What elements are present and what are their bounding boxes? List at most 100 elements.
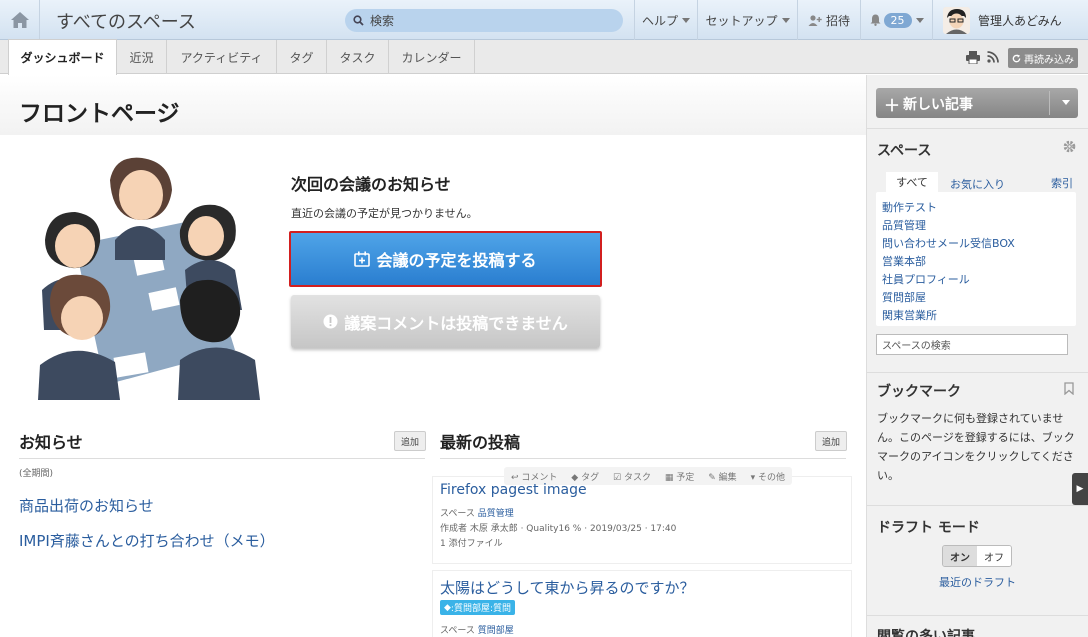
help-label: ヘルプ xyxy=(641,13,678,28)
post-title-link[interactable]: Firefox pagest image xyxy=(440,482,587,498)
more-action-label: その他 xyxy=(757,472,785,483)
tab-all-spaces[interactable]: すべて xyxy=(886,172,938,192)
chevron-down-icon xyxy=(915,17,924,23)
more-action[interactable]: ▾ その他 xyxy=(751,470,785,483)
tag-label: :質問部屋:質問 xyxy=(450,604,511,614)
divider xyxy=(866,128,1088,129)
print-icon[interactable] xyxy=(966,51,980,64)
space-link[interactable]: 質問部屋 xyxy=(882,289,926,305)
post-space: スペース 質問部屋 xyxy=(440,623,514,636)
popular-articles-title: 閲覧の多い記事 xyxy=(877,629,975,637)
plus-icon: ＋ xyxy=(884,96,901,115)
space-label: スペース xyxy=(440,509,475,519)
latest-add-button[interactable]: 追加 xyxy=(815,431,847,451)
tab-tasks[interactable]: タスク xyxy=(327,40,389,74)
agenda-comment-button[interactable]: 議案コメントは投稿できません xyxy=(291,295,600,348)
tab-dashboard[interactable]: ダッシュボード xyxy=(8,39,117,75)
tab-calendar[interactable]: カレンダー xyxy=(389,40,475,74)
space-link[interactable]: 関東営業所 xyxy=(882,307,937,323)
search-input[interactable]: 検索 xyxy=(345,9,623,32)
chevron-right-icon: ▶ xyxy=(1076,484,1084,494)
post-meeting-button[interactable]: 会議の予定を投稿する xyxy=(289,231,602,287)
add-user-icon xyxy=(808,14,822,26)
space-link[interactable]: 品質管理 xyxy=(478,509,514,519)
news-period: (全期間) xyxy=(19,469,54,479)
spaces-index-link[interactable]: 索引 xyxy=(1051,175,1073,191)
post-title-link[interactable]: 太陽はどうして東から昇るのですか？ xyxy=(440,577,695,598)
tag-action-label: タグ xyxy=(581,472,600,483)
tab-tags[interactable]: タグ xyxy=(277,40,327,74)
reload-label: 再読み込み xyxy=(1024,54,1074,66)
rss-icon[interactable] xyxy=(987,51,999,63)
draft-mode-toggle[interactable]: オン オフ xyxy=(942,545,1012,567)
search-placeholder: 検索 xyxy=(370,14,395,28)
space-link[interactable]: 質問部屋 xyxy=(478,626,514,636)
divider xyxy=(866,615,1088,616)
meeting-title: 次回の会議のお知らせ xyxy=(291,175,451,194)
meeting-illustration xyxy=(38,157,260,400)
task-action[interactable]: ☑ タスク xyxy=(613,470,651,483)
setup-label: セットアップ xyxy=(705,13,778,28)
space-link[interactable]: 営業本部 xyxy=(882,253,926,269)
bookmark-title: ブックマーク xyxy=(877,384,961,400)
space-link[interactable]: 動作テスト xyxy=(882,199,937,215)
user-name: 管理人あどみん xyxy=(978,14,1062,28)
tag-icon: ◆ xyxy=(444,602,451,613)
draft-on-option[interactable]: オン xyxy=(943,546,977,566)
tag-action[interactable]: ◆ タグ xyxy=(571,470,599,483)
chevron-down-icon xyxy=(682,17,690,23)
edit-action-label: 編集 xyxy=(718,472,737,483)
divider xyxy=(866,372,1088,373)
invite-button[interactable]: 招待 xyxy=(797,0,860,40)
setup-menu[interactable]: セットアップ xyxy=(697,0,797,40)
tab-status[interactable]: 近況 xyxy=(117,40,167,74)
tag-badge[interactable]: ◆:質問部屋:質問 xyxy=(440,600,515,615)
attachment-count[interactable]: 1 添付ファイル xyxy=(440,536,503,549)
edit-action[interactable]: ✎ 編集 xyxy=(708,470,736,483)
post-date: · 2019/03/25 · 17:40 xyxy=(584,524,677,534)
new-post-button[interactable]: ＋ 新しい記事 xyxy=(876,88,1078,118)
space-link[interactable]: 社員プロフィール xyxy=(882,271,970,287)
gear-icon[interactable] xyxy=(1063,140,1076,153)
user-avatar-icon xyxy=(943,7,970,34)
sidebar-collapse-handle[interactable]: ▶ xyxy=(1072,473,1088,505)
space-title[interactable]: すべてのスペース xyxy=(56,8,196,34)
divider xyxy=(440,458,846,459)
page-title: フロントページ xyxy=(19,101,180,127)
agenda-comment-label: 議案コメントは投稿できません xyxy=(344,313,568,333)
chevron-down-icon[interactable] xyxy=(1062,100,1070,105)
schedule-action-label: 予定 xyxy=(676,472,695,483)
spaces-title: スペース xyxy=(877,143,932,159)
bookmark-icon[interactable] xyxy=(1064,382,1074,395)
avatar[interactable] xyxy=(943,7,970,34)
post-byline: 作成者 木原 承太郎 · Quality16 % · 2019/03/25 · … xyxy=(440,521,676,534)
space-label: スペース xyxy=(440,626,475,636)
post-meeting-label: 会議の予定を投稿する xyxy=(376,251,537,270)
search-icon xyxy=(353,15,364,26)
bell-icon xyxy=(870,14,880,26)
schedule-action[interactable]: ▦ 予定 xyxy=(665,470,694,483)
recent-drafts-link[interactable]: 最近のドラフト xyxy=(939,574,1016,590)
tab-activity[interactable]: アクティビティ xyxy=(167,40,277,74)
reload-button[interactable]: 再読み込み xyxy=(1008,48,1078,68)
space-link[interactable]: 品質管理 xyxy=(882,217,926,233)
chevron-down-icon xyxy=(781,17,790,23)
space-link[interactable]: 問い合わせメール受信BOX xyxy=(882,235,1015,251)
notifications-button[interactable]: 25 xyxy=(860,0,932,40)
news-item-link[interactable]: 商品出荷のお知らせ xyxy=(19,495,154,516)
help-menu[interactable]: ヘルプ xyxy=(634,0,697,40)
home-icon xyxy=(10,12,29,28)
home-button[interactable] xyxy=(0,0,40,40)
comment-action[interactable]: ↩ コメント xyxy=(511,470,557,483)
invite-label: 招待 xyxy=(825,13,850,28)
divider xyxy=(866,505,1088,506)
news-item-link[interactable]: IMPI斉藤さんとの打ち合わせ（メモ） xyxy=(19,530,275,551)
tab-favorite-spaces[interactable]: お気に入り xyxy=(950,176,1005,192)
draft-off-option[interactable]: オフ xyxy=(977,546,1011,566)
link-icon: % xyxy=(572,524,582,534)
divider xyxy=(1049,91,1050,115)
space-search-input[interactable]: スペースの検索 xyxy=(876,334,1068,355)
news-add-button[interactable]: 追加 xyxy=(394,431,426,451)
news-title: お知らせ xyxy=(19,433,83,452)
bookmark-empty-text: ブックマークに何も登録されていません。このページを登録するには、ブックマークのア… xyxy=(877,412,1075,482)
